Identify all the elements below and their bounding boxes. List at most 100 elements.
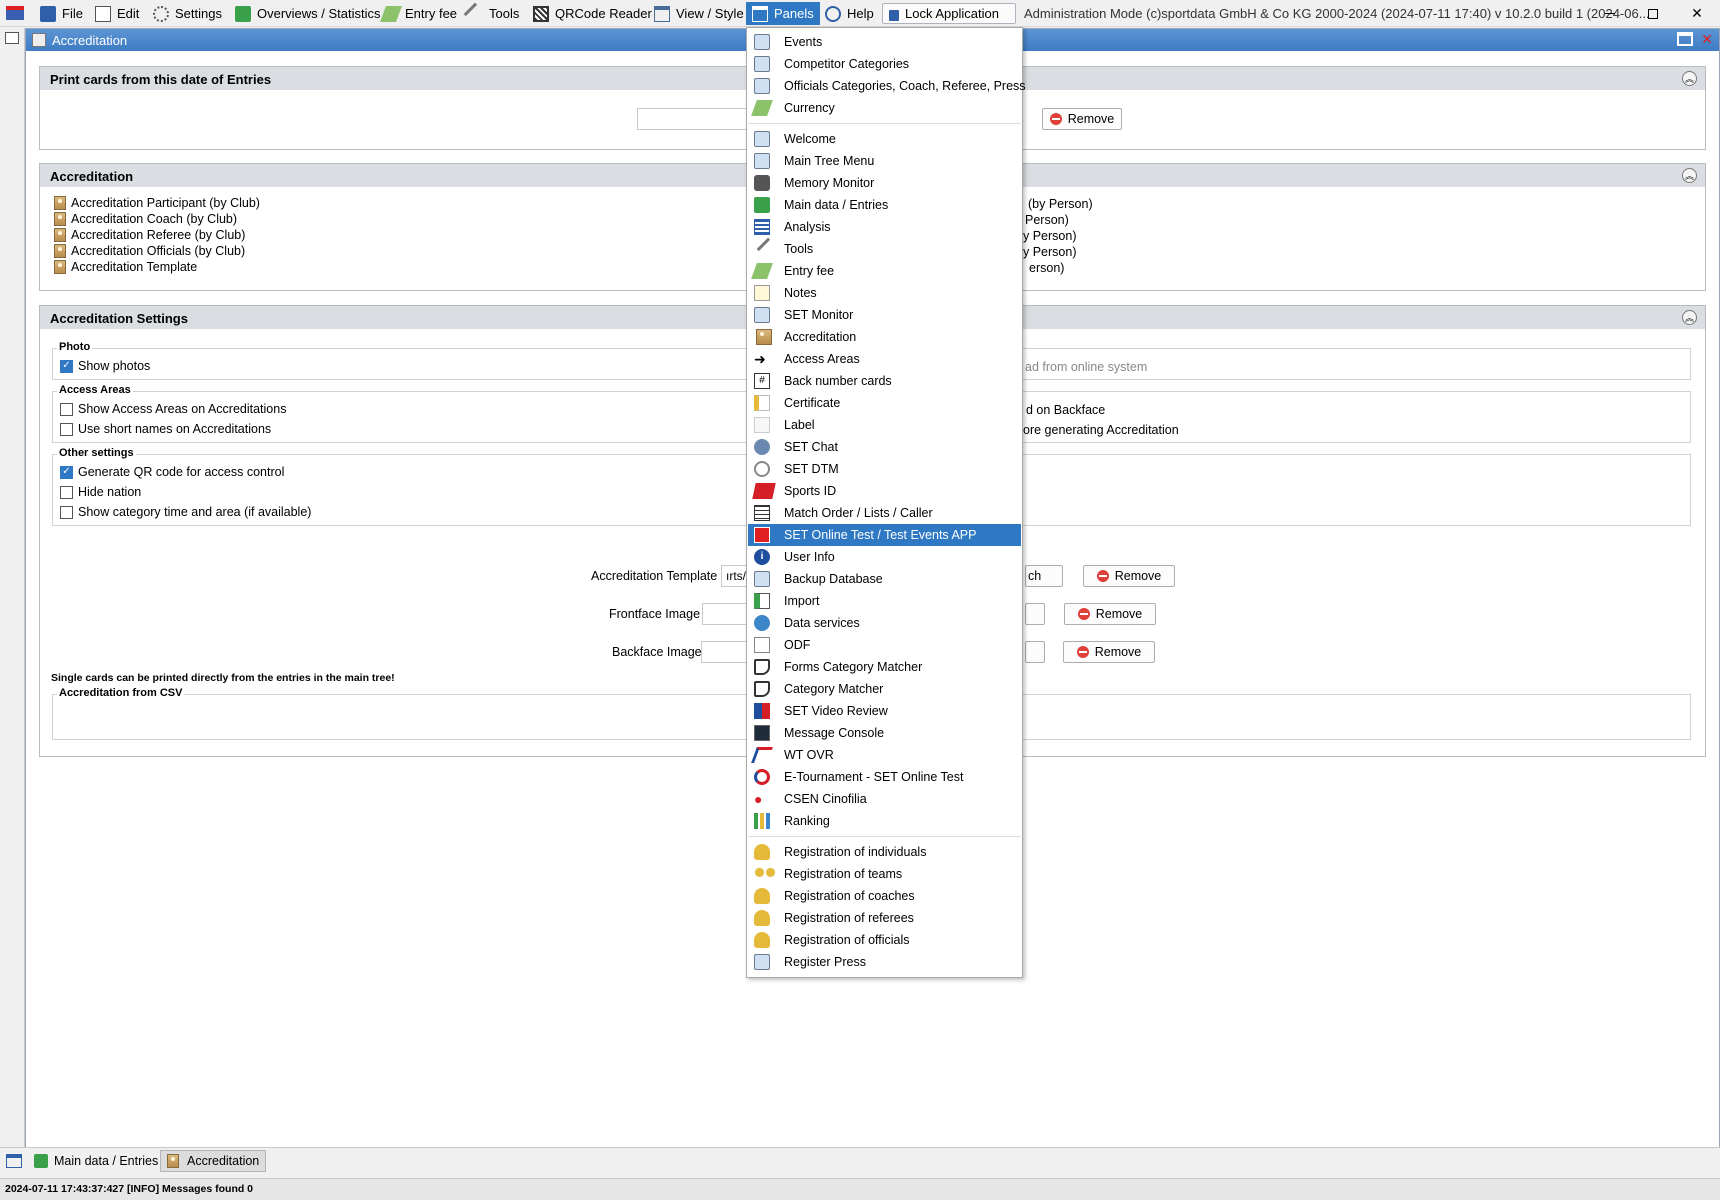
menu-item-officials-categories[interactable]: Officials Categories, Coach, Referee, Pr…	[748, 75, 1026, 97]
list-item[interactable]: Accreditation Template	[54, 260, 197, 274]
backface-browse-button[interactable]	[1025, 641, 1045, 663]
frontface-remove-button[interactable]: Remove	[1064, 603, 1156, 625]
backface-remove-button[interactable]: Remove	[1063, 641, 1155, 663]
menu-file[interactable]: File	[34, 2, 89, 25]
print-date-input[interactable]	[637, 108, 752, 130]
menu-item-set-chat[interactable]: SET Chat	[748, 436, 1021, 458]
list-item[interactable]: Accreditation Referee (by Club)	[54, 228, 245, 242]
menu-item-set-monitor[interactable]: SET Monitor	[748, 304, 1021, 326]
menu-item-registration-coaches[interactable]: Registration of coaches	[748, 885, 1021, 907]
list-item-right[interactable]: y Person)	[1023, 245, 1077, 259]
qr-code-checkbox[interactable]: ✓ Generate QR code for access control	[60, 465, 284, 479]
collapse-accreditation-button[interactable]: ︽	[1682, 168, 1697, 183]
menu-item-label: Register Press	[784, 955, 866, 969]
menu-item-import[interactable]: Import	[748, 590, 1021, 612]
list-item-right[interactable]: erson)	[1029, 261, 1064, 275]
main-data-icon	[34, 1154, 48, 1168]
menu-item-set-video-review[interactable]: SET Video Review	[748, 700, 1021, 722]
menu-item-e-tournament[interactable]: E-Tournament - SET Online Test	[748, 766, 1021, 788]
close-button[interactable]: ✕	[1674, 0, 1720, 27]
collapse-print-button[interactable]: ︽	[1682, 71, 1697, 86]
list-item-right[interactable]: (by Person)	[1028, 197, 1093, 211]
minimize-button[interactable]	[1587, 0, 1633, 27]
menu-entry-fee[interactable]: Entry fee	[377, 2, 463, 25]
window-float-icon[interactable]	[1677, 32, 1693, 46]
menu-item-data-services[interactable]: Data services	[748, 612, 1021, 634]
menu-item-label: Backup Database	[784, 572, 883, 586]
menu-help[interactable]: Help	[819, 2, 880, 25]
tree-toggle-icon[interactable]	[5, 32, 19, 44]
menu-item-register-press[interactable]: Register Press	[748, 951, 1021, 973]
menu-item-main-data[interactable]: Main data / Entries	[748, 194, 1021, 216]
frontface-label: Frontface Image	[609, 607, 701, 621]
tab-main-data[interactable]: Main data / Entries	[28, 1150, 164, 1172]
short-names-checkbox[interactable]: Use short names on Accreditations	[60, 422, 271, 436]
lock-application-button[interactable]: Lock Application	[882, 3, 1016, 24]
menu-item-forms-category-matcher[interactable]: Forms Category Matcher	[748, 656, 1021, 678]
collapse-settings-button[interactable]: ︽	[1682, 310, 1697, 325]
menu-item-entry-fee[interactable]: Entry fee	[748, 260, 1021, 282]
template-remove-button[interactable]: Remove	[1083, 565, 1175, 587]
menu-item-competitor-categories[interactable]: Competitor Categories	[748, 53, 1021, 75]
menu-item-set-online-test[interactable]: SET Online Test / Test Events APP	[748, 524, 1021, 546]
menu-item-backup-database[interactable]: Backup Database	[748, 568, 1021, 590]
menu-tools[interactable]: Tools	[461, 2, 525, 25]
menu-item-sports-id[interactable]: Sports ID	[748, 480, 1021, 502]
restore-button[interactable]	[1630, 0, 1676, 27]
list-item-right[interactable]: y Person)	[1023, 229, 1077, 243]
menu-item-tools[interactable]: Tools	[748, 237, 1021, 261]
menu-item-wt-ovr[interactable]: WT OVR	[748, 744, 1021, 766]
menu-item-registration-referees[interactable]: Registration of referees	[748, 907, 1021, 929]
menu-item-welcome[interactable]: Welcome	[748, 128, 1021, 150]
show-access-areas-checkbox[interactable]: Show Access Areas on Accreditations	[60, 402, 286, 416]
menu-item-user-info[interactable]: i User Info	[748, 546, 1021, 568]
status-text: 2024-07-11 17:43:37:427 [INFO] Messages …	[5, 1183, 254, 1195]
menu-item-message-console[interactable]: Message Console	[748, 722, 1021, 744]
menu-item-certificate[interactable]: Certificate	[748, 392, 1021, 414]
photo-online-text: ad from online system	[1025, 360, 1148, 374]
template-search-button[interactable]: ch	[1025, 565, 1063, 587]
menu-item-notes[interactable]: Notes	[748, 282, 1021, 304]
list-item[interactable]: Accreditation Officials (by Club)	[54, 244, 245, 258]
panel-switch-icon[interactable]	[6, 1154, 22, 1168]
menu-item-main-tree-menu[interactable]: Main Tree Menu	[748, 150, 1021, 172]
show-photos-checkbox[interactable]: ✓ Show photos	[60, 359, 150, 373]
show-category-checkbox[interactable]: Show category time and area (if availabl…	[60, 505, 311, 519]
menu-item-access-areas[interactable]: ➜ Access Areas	[748, 348, 1021, 370]
window-close-icon[interactable]: ✕	[1701, 31, 1713, 48]
menu-item-csen-cinofilia[interactable]: ● CSEN Cinofilia	[748, 788, 1021, 810]
menu-item-registration-individuals[interactable]: Registration of individuals	[748, 841, 1021, 863]
menu-item-accreditation[interactable]: Accreditation	[748, 326, 1021, 348]
menu-settings[interactable]: Settings	[147, 2, 228, 25]
menu-item-match-order[interactable]: Match Order / Lists / Caller	[748, 502, 1021, 524]
print-remove-button[interactable]: Remove	[1042, 108, 1122, 130]
menu-qrcode-reader[interactable]: QRCode Reader	[527, 2, 658, 25]
menu-item-analysis[interactable]: Analysis	[748, 216, 1021, 238]
menu-item-ranking[interactable]: Ranking	[748, 810, 1021, 832]
memory-icon	[754, 175, 770, 191]
menu-item-currency[interactable]: Currency	[748, 97, 1021, 119]
menu-item-memory-monitor[interactable]: Memory Monitor	[748, 172, 1021, 194]
qr-code-label: Generate QR code for access control	[78, 465, 285, 479]
menu-item-odf[interactable]: ODF	[748, 634, 1021, 656]
tab-accreditation[interactable]: Accreditation	[160, 1150, 267, 1172]
list-item[interactable]: Accreditation Participant (by Club)	[54, 196, 260, 210]
list-item[interactable]: Accreditation Coach (by Club)	[54, 212, 237, 226]
menu-view-style[interactable]: View / Style	[648, 2, 750, 25]
menu-item-back-number-cards[interactable]: # Back number cards	[748, 370, 1021, 392]
hide-nation-checkbox[interactable]: Hide nation	[60, 485, 141, 499]
menu-item-set-dtm[interactable]: SET DTM	[748, 458, 1021, 480]
tab-accreditation-label: Accreditation	[187, 1154, 260, 1168]
app-info-text: Administration Mode (c)sportdata GmbH & …	[1024, 6, 1650, 21]
menu-overviews[interactable]: Overviews / Statistics	[229, 2, 387, 25]
menu-item-label[interactable]: Label	[748, 414, 1021, 436]
menu-item-registration-teams[interactable]: Registration of teams	[748, 863, 1021, 885]
menu-panels[interactable]: Panels	[746, 2, 820, 25]
list-item-right[interactable]: Person)	[1025, 213, 1069, 227]
menu-edit-label: Edit	[117, 6, 140, 21]
menu-edit[interactable]: Edit	[89, 2, 145, 25]
frontface-browse-button[interactable]	[1025, 603, 1045, 625]
menu-item-category-matcher[interactable]: Category Matcher	[748, 678, 1021, 700]
menu-item-events[interactable]: Events	[748, 31, 1021, 53]
menu-item-registration-officials[interactable]: Registration of officials	[748, 929, 1021, 951]
